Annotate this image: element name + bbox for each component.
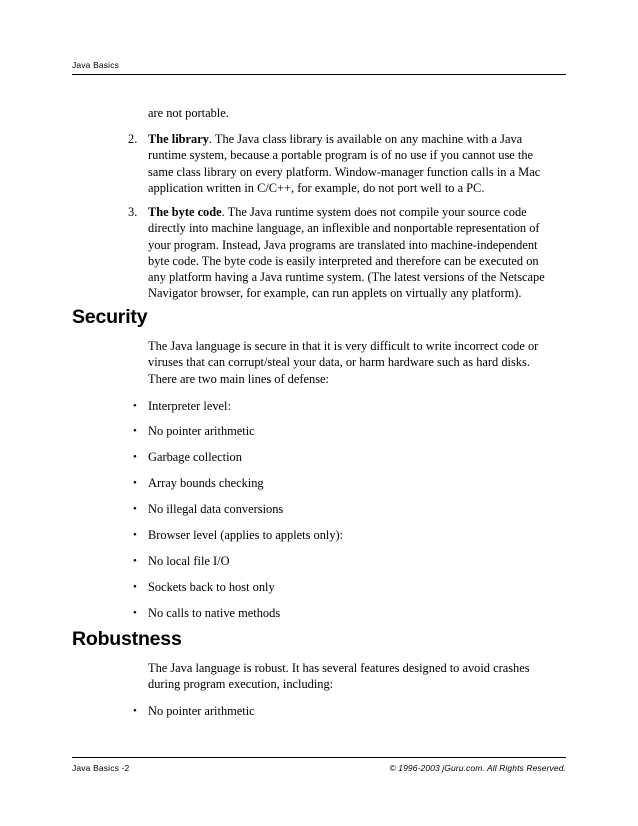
footer-divider xyxy=(72,757,566,758)
bullet-item-text: No pointer arithmetic xyxy=(148,424,255,438)
bullet-icon: • xyxy=(133,581,137,593)
bullet-icon: • xyxy=(133,555,137,567)
bullet-item-text: No local file I/O xyxy=(148,554,230,568)
list-item-lead: The byte code xyxy=(148,205,222,219)
list-item-text: The library. The Java class library is a… xyxy=(148,131,546,196)
bullet-list-item: • No local file I/O xyxy=(133,553,546,569)
bullet-list-item: • Sockets back to host only xyxy=(133,579,546,595)
bullet-item-text: Sockets back to host only xyxy=(148,580,275,594)
bullet-list-item: • Browser level (applies to applets only… xyxy=(133,527,546,543)
bullet-item-text: Garbage collection xyxy=(148,450,242,464)
page-header: Java Basics xyxy=(72,60,566,75)
bullet-icon: • xyxy=(133,529,137,541)
bullet-icon: • xyxy=(133,705,137,717)
section-heading-security: Security xyxy=(72,306,148,328)
footer-page-label: Java Basics -2 xyxy=(72,763,130,773)
bullet-item-text: No pointer arithmetic xyxy=(148,704,255,718)
bullet-list-item: • Interpreter level: xyxy=(133,398,546,414)
bullet-item-text: Array bounds checking xyxy=(148,476,264,490)
bullet-list-item: • No illegal data conversions xyxy=(133,501,546,517)
numbered-list-item: 3. The byte code. The Java runtime syste… xyxy=(128,204,546,302)
numbered-list-item: 2. The library. The Java class library i… xyxy=(128,131,546,196)
document-page: Java Basics are not portable. 2. The lib… xyxy=(0,0,638,826)
section-heading-robustness: Robustness xyxy=(72,628,182,650)
bullet-icon: • xyxy=(133,400,137,412)
bullet-icon: • xyxy=(133,607,137,619)
bullet-list-item: • No calls to native methods xyxy=(133,605,546,621)
bullet-list-item: • No pointer arithmetic xyxy=(133,423,546,439)
bullet-icon: • xyxy=(133,477,137,489)
page-footer: Java Basics -2 © 1996-2003 jGuru.com. Al… xyxy=(72,757,566,774)
bullet-item-text: Browser level (applies to applets only): xyxy=(148,528,344,542)
bullet-list-item: • No pointer arithmetic xyxy=(133,703,546,719)
header-divider xyxy=(72,74,566,75)
list-item-text: The byte code. The Java runtime system d… xyxy=(148,204,546,302)
section-paragraph-security: The Java language is secure in that it i… xyxy=(148,339,539,386)
bullet-list-item: • Array bounds checking xyxy=(133,475,546,491)
list-marker: 2. xyxy=(128,132,138,146)
list-item-body: . The Java runtime system does not compi… xyxy=(148,205,545,301)
list-item-lead: The library xyxy=(148,132,209,146)
bullet-icon: • xyxy=(133,425,137,437)
footer-row: Java Basics -2 © 1996-2003 jGuru.com. Al… xyxy=(72,762,566,774)
footer-copyright: © 1996-2003 jGuru.com. All Rights Reserv… xyxy=(389,763,566,773)
list-marker: 3. xyxy=(128,205,138,219)
continued-paragraph: are not portable. xyxy=(148,106,229,120)
bullet-item-text: No calls to native methods xyxy=(148,606,281,620)
bullet-item-text: No illegal data conversions xyxy=(148,502,284,516)
bullet-item-text: Interpreter level: xyxy=(148,399,231,413)
bullet-icon: • xyxy=(133,503,137,515)
bullet-icon: • xyxy=(133,451,137,463)
section-paragraph-robustness: The Java language is robust. It has seve… xyxy=(148,661,530,692)
header-title: Java Basics xyxy=(72,60,120,70)
bullet-list-item: • Garbage collection xyxy=(133,449,546,465)
